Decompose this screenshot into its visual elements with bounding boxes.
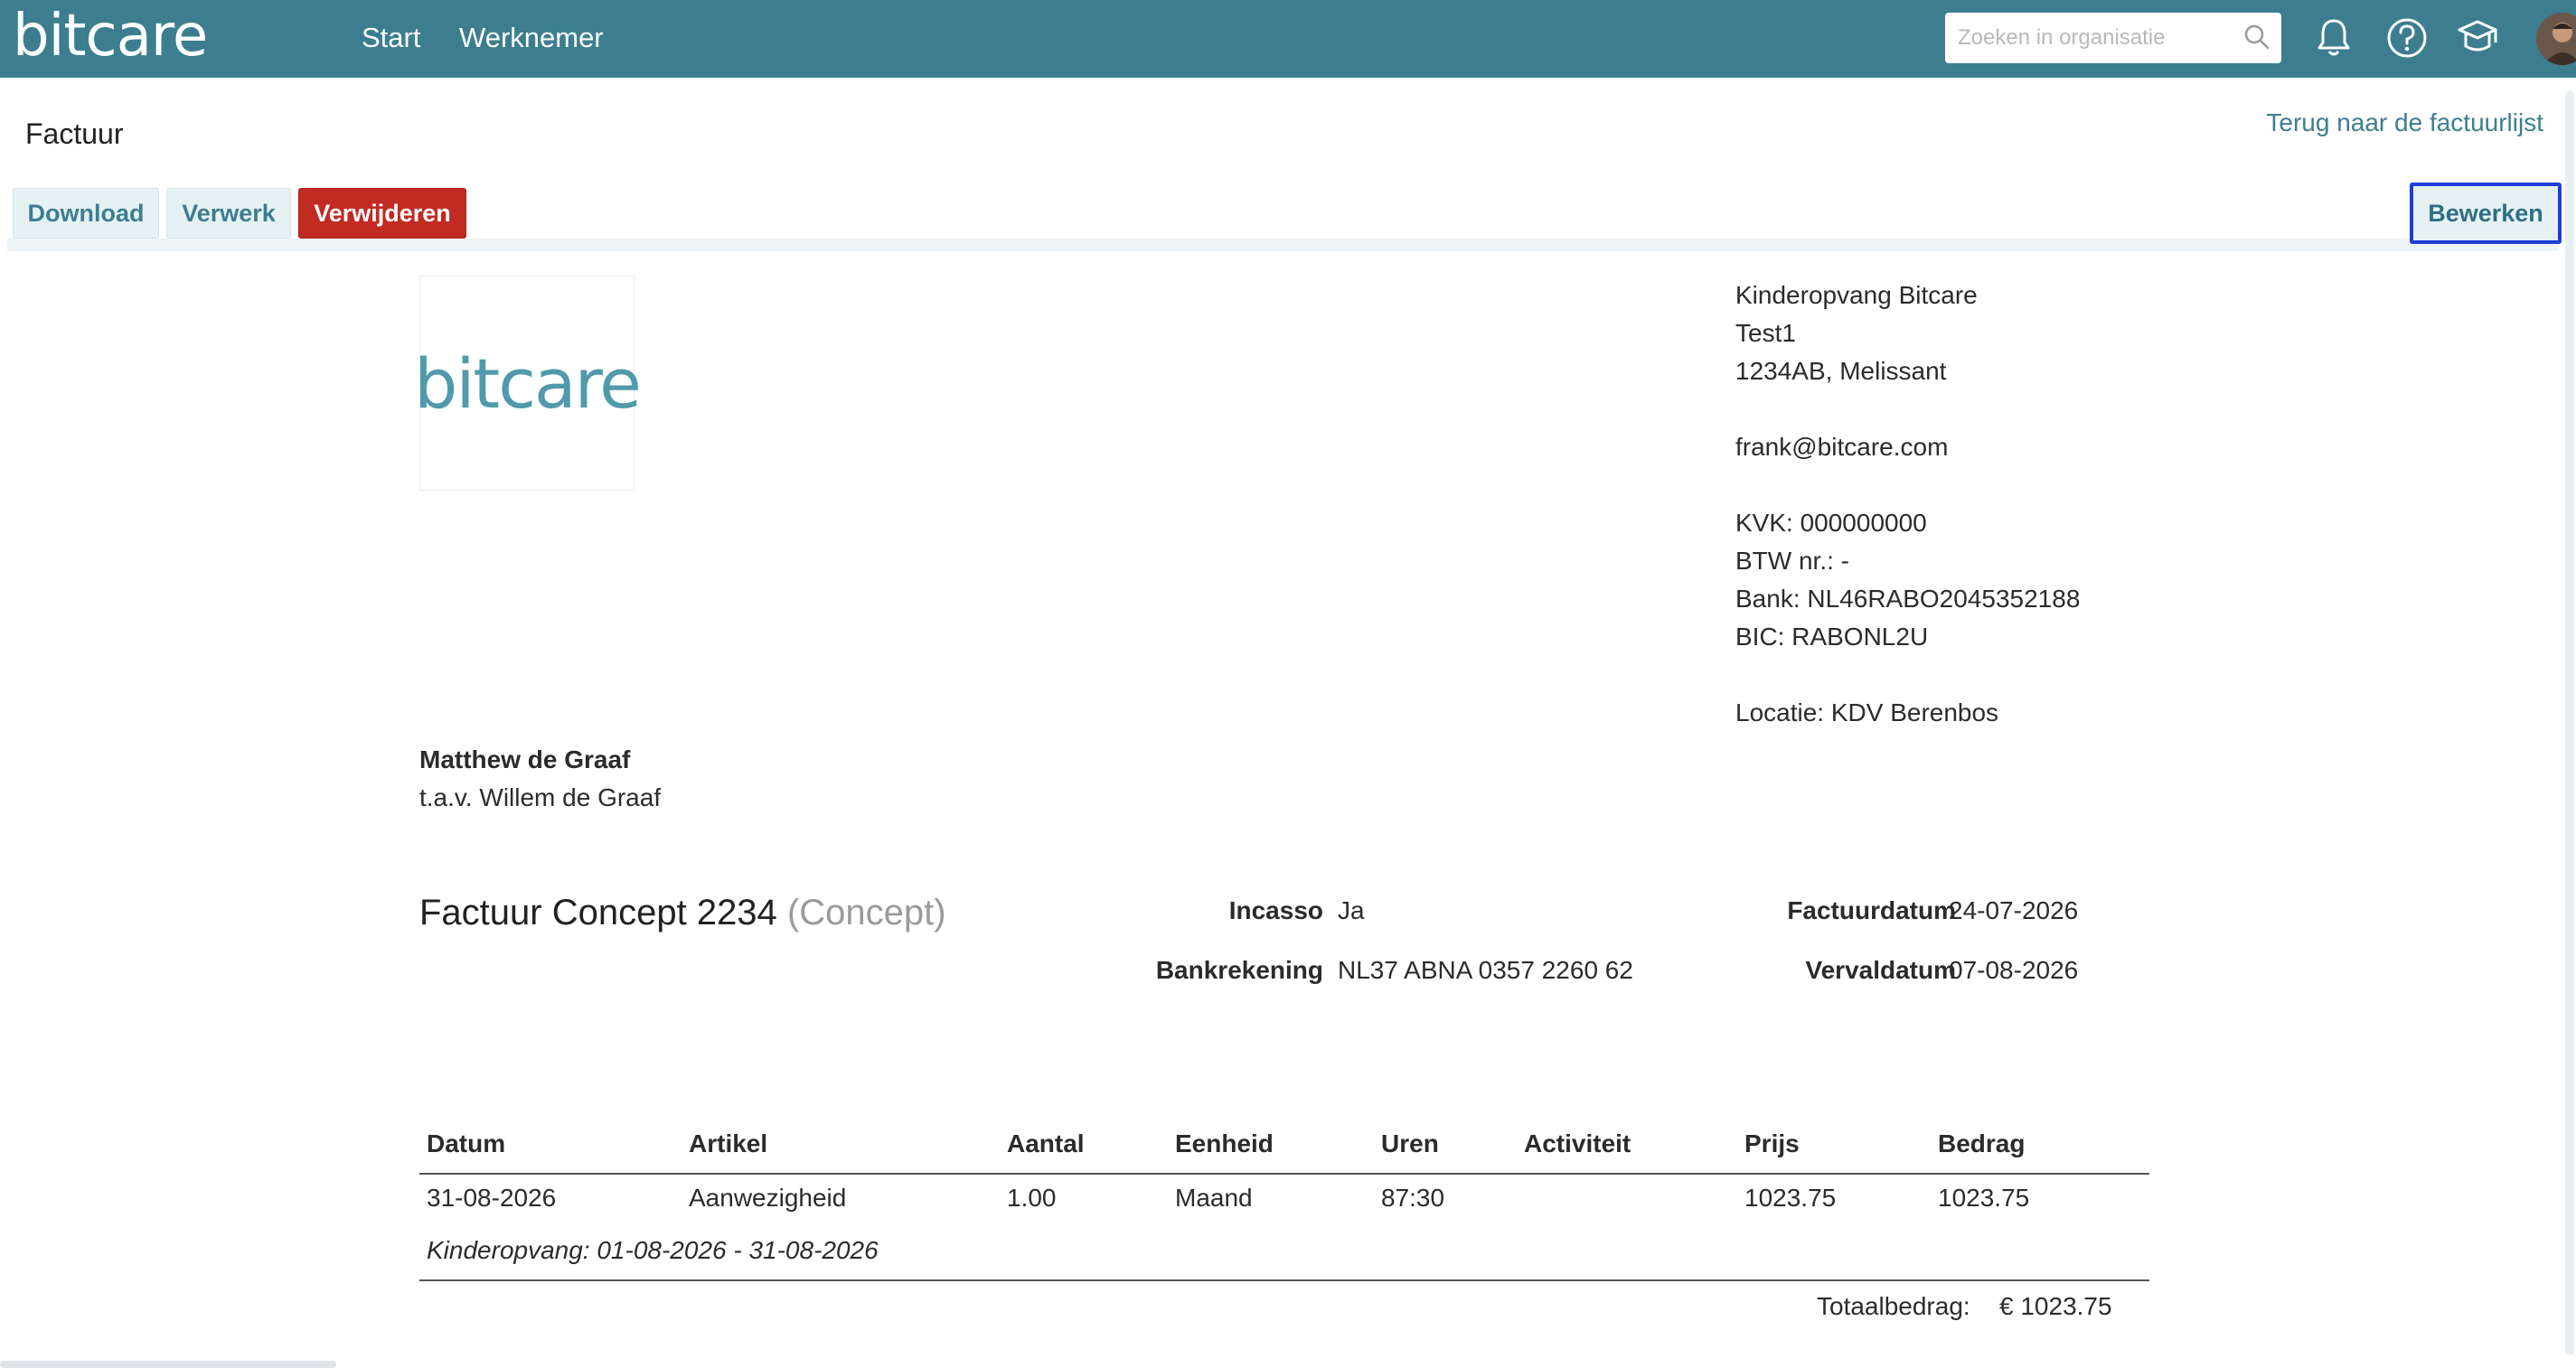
app-logo[interactable]: bitcare [13,2,208,70]
vervaldatum-value: 07-08-2026 [1949,956,2079,984]
col-header-datum: Datum [427,1129,506,1157]
recipient-block: Matthew de Graaf t.a.v. Willem de Graaf [419,741,661,817]
cell-aantal: 1.00 [1007,1184,1057,1212]
total-value: € 1023.75 [1999,1292,2112,1320]
help-icon[interactable] [2386,17,2428,63]
bankrekening-value: NL37 ABNA 0357 2260 62 [1338,956,1633,984]
vertical-scrollbar[interactable] [2565,90,2574,1355]
search-icon[interactable] [2243,23,2270,55]
invoice-number: Factuur Concept 2234 [419,893,777,932]
factuurdatum-value: 24-07-2026 [1949,896,2079,924]
invoice-status: (Concept) [786,893,946,932]
cell-eenheid: Maand [1175,1184,1253,1212]
toolbar-band [7,239,2558,251]
graduation-cap-icon[interactable] [2457,17,2498,63]
recipient-tav: t.a.v. Willem de Graaf [419,783,662,811]
col-header-prijs: Prijs [1744,1129,1800,1157]
verwerk-button[interactable]: Verwerk [166,188,291,239]
invoice-logo: bitcare [414,276,642,491]
invoice-title: Factuur Concept 2234 (Concept) [419,893,946,933]
download-button[interactable]: Download [13,188,159,239]
factuurdatum-label: Factuurdatum [1787,896,1956,924]
incasso-label: Incasso [1228,896,1323,924]
nav-werknemer[interactable]: Werknemer [459,20,604,56]
company-info: Kinderopvang Bitcare Test1 1234AB, Melis… [1735,276,2080,732]
incasso-value: Ja [1338,896,1365,924]
company-locatie: Locatie: KDV Berenbos [1735,698,1999,726]
col-header-eenheid: Eenheid [1175,1129,1274,1157]
bell-icon[interactable] [2316,17,2352,63]
col-header-activiteit: Activiteit [1524,1129,1631,1157]
company-bank: Bank: NL46RABO2045352188 [1735,585,2081,613]
bankrekening-label: Bankrekening [1155,956,1323,984]
col-header-uren: Uren [1381,1129,1439,1157]
total-label: Totaalbedrag: [1817,1292,1970,1320]
table-header-divider [419,1173,2149,1175]
company-name: Kinderopvang Bitcare [1735,281,1978,309]
search-box [1945,13,2281,63]
verwijderen-button[interactable]: Verwijderen [298,188,466,239]
col-header-bedrag: Bedrag [1938,1129,2026,1157]
recipient-name: Matthew de Graaf [419,745,631,773]
page-title: Factuur [25,117,124,150]
col-header-aantal: Aantal [1007,1129,1085,1157]
col-header-artikel: Artikel [689,1129,768,1157]
cell-prijs: 1023.75 [1744,1184,1837,1212]
company-street: Test1 [1735,319,1796,347]
company-kvk: KVK: 000000000 [1735,509,1927,537]
company-bic: BIC: RABONL2U [1735,623,1929,651]
period-note: Kinderopvang: 01-08-2026 - 31-08-2026 [427,1236,879,1264]
nav-start[interactable]: Start [362,20,420,56]
table-footer-divider [419,1279,2149,1281]
bewerken-button[interactable]: Bewerken [2410,183,2562,244]
cell-uren: 87:30 [1381,1184,1445,1212]
company-city: 1234AB, Melissant [1735,357,1947,385]
user-avatar[interactable] [2536,13,2576,65]
horizontal-scrollbar[interactable] [0,1361,336,1368]
company-email: frank@bitcare.com [1735,433,1949,461]
search-input[interactable] [1956,19,2233,57]
company-btw: BTW nr.: - [1735,547,1849,575]
cell-datum: 31-08-2026 [427,1184,557,1212]
back-to-invoice-list-link[interactable]: Terug naar de factuurlijst [2266,108,2543,137]
cell-artikel: Aanwezigheid [689,1184,847,1212]
top-navbar: bitcare Start Werknemer [0,0,2576,78]
vervaldatum-label: Vervaldatum [1805,956,1956,984]
cell-bedrag: 1023.75 [1938,1184,2030,1212]
